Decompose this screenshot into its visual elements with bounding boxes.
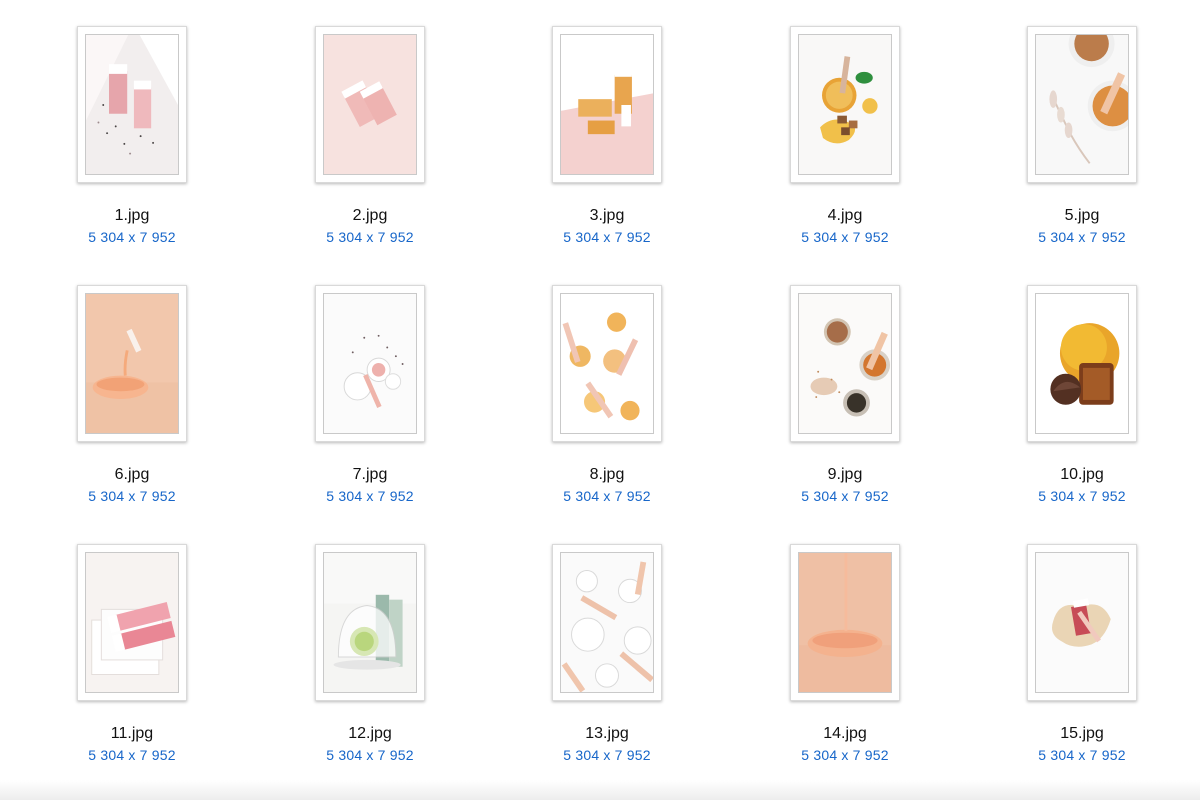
file-dimensions: 5 304 x 7 952 xyxy=(1038,747,1126,763)
file-name[interactable]: 13.jpg xyxy=(475,725,739,743)
file-thumbnail[interactable] xyxy=(552,26,662,183)
file-dimensions: 5 304 x 7 952 xyxy=(563,229,651,245)
file-thumbnail[interactable] xyxy=(790,544,900,701)
photo-preview xyxy=(323,34,417,175)
file-item[interactable]: 7.jpg 5 304 x 7 952 xyxy=(238,259,475,518)
file-thumbnail[interactable] xyxy=(552,285,662,442)
file-dimensions: 5 304 x 7 952 xyxy=(88,747,176,763)
photo-preview xyxy=(560,293,654,434)
photo-preview xyxy=(1035,34,1129,175)
file-thumbnail[interactable] xyxy=(1027,26,1137,183)
file-item[interactable]: 12.jpg 5 304 x 7 952 xyxy=(238,518,475,777)
file-thumbnail[interactable] xyxy=(315,285,425,442)
photo-preview xyxy=(85,34,179,175)
file-dimensions: 5 304 x 7 952 xyxy=(88,488,176,504)
photo-preview xyxy=(560,34,654,175)
file-name[interactable]: 8.jpg xyxy=(475,466,739,484)
file-thumbnail[interactable] xyxy=(790,26,900,183)
file-name[interactable]: 6.jpg xyxy=(0,466,264,484)
file-dimensions: 5 304 x 7 952 xyxy=(563,488,651,504)
file-thumbnail[interactable] xyxy=(790,285,900,442)
file-thumbnail[interactable] xyxy=(315,26,425,183)
file-item[interactable]: 2.jpg 5 304 x 7 952 xyxy=(238,0,475,259)
file-name[interactable]: 2.jpg xyxy=(238,207,502,225)
file-name[interactable]: 3.jpg xyxy=(475,207,739,225)
file-item[interactable]: 9.jpg 5 304 x 7 952 xyxy=(713,259,950,518)
photo-preview xyxy=(85,293,179,434)
window-bottom-edge xyxy=(0,780,1200,800)
file-thumbnail[interactable] xyxy=(77,285,187,442)
file-thumbnail[interactable] xyxy=(552,544,662,701)
file-item[interactable]: 14.jpg 5 304 x 7 952 xyxy=(713,518,950,777)
file-dimensions: 5 304 x 7 952 xyxy=(326,229,414,245)
file-dimensions: 5 304 x 7 952 xyxy=(88,229,176,245)
photo-preview xyxy=(560,552,654,693)
file-item[interactable]: 10.jpg 5 304 x 7 952 xyxy=(950,259,1187,518)
file-item[interactable]: 13.jpg 5 304 x 7 952 xyxy=(475,518,712,777)
file-thumbnail[interactable] xyxy=(315,544,425,701)
file-dimensions: 5 304 x 7 952 xyxy=(563,747,651,763)
photo-preview xyxy=(323,552,417,693)
file-item[interactable]: 3.jpg 5 304 x 7 952 xyxy=(475,0,712,259)
file-item[interactable]: 1.jpg 5 304 x 7 952 xyxy=(0,0,237,259)
file-dimensions: 5 304 x 7 952 xyxy=(1038,488,1126,504)
file-name[interactable]: 4.jpg xyxy=(713,207,977,225)
file-dimensions: 5 304 x 7 952 xyxy=(801,747,889,763)
file-name[interactable]: 7.jpg xyxy=(238,466,502,484)
file-item[interactable]: 6.jpg 5 304 x 7 952 xyxy=(0,259,237,518)
photo-preview xyxy=(85,552,179,693)
file-dimensions: 5 304 x 7 952 xyxy=(1038,229,1126,245)
photo-preview xyxy=(323,293,417,434)
photo-preview xyxy=(1035,552,1129,693)
file-name[interactable]: 14.jpg xyxy=(713,725,977,743)
file-thumbnail[interactable] xyxy=(1027,544,1137,701)
file-item[interactable]: 11.jpg 5 304 x 7 952 xyxy=(0,518,237,777)
file-name[interactable]: 15.jpg xyxy=(950,725,1200,743)
file-name[interactable]: 10.jpg xyxy=(950,466,1200,484)
file-name[interactable]: 12.jpg xyxy=(238,725,502,743)
file-dimensions: 5 304 x 7 952 xyxy=(801,229,889,245)
file-item[interactable]: 5.jpg 5 304 x 7 952 xyxy=(950,0,1187,259)
file-dimensions: 5 304 x 7 952 xyxy=(801,488,889,504)
file-item[interactable]: 8.jpg 5 304 x 7 952 xyxy=(475,259,712,518)
file-name[interactable]: 9.jpg xyxy=(713,466,977,484)
file-item[interactable]: 15.jpg 5 304 x 7 952 xyxy=(950,518,1187,777)
photo-preview xyxy=(798,34,892,175)
file-item[interactable]: 4.jpg 5 304 x 7 952 xyxy=(713,0,950,259)
photo-preview xyxy=(798,552,892,693)
file-name[interactable]: 5.jpg xyxy=(950,207,1200,225)
file-thumbnail[interactable] xyxy=(77,544,187,701)
file-thumbnail[interactable] xyxy=(1027,285,1137,442)
file-thumbnail[interactable] xyxy=(77,26,187,183)
file-name[interactable]: 1.jpg xyxy=(0,207,264,225)
file-name[interactable]: 11.jpg xyxy=(0,725,264,743)
file-grid: 1.jpg 5 304 x 7 952 2.jpg 5 304 x 7 952 xyxy=(0,0,1200,800)
file-dimensions: 5 304 x 7 952 xyxy=(326,747,414,763)
photo-preview xyxy=(1035,293,1129,434)
file-dimensions: 5 304 x 7 952 xyxy=(326,488,414,504)
photo-preview xyxy=(798,293,892,434)
